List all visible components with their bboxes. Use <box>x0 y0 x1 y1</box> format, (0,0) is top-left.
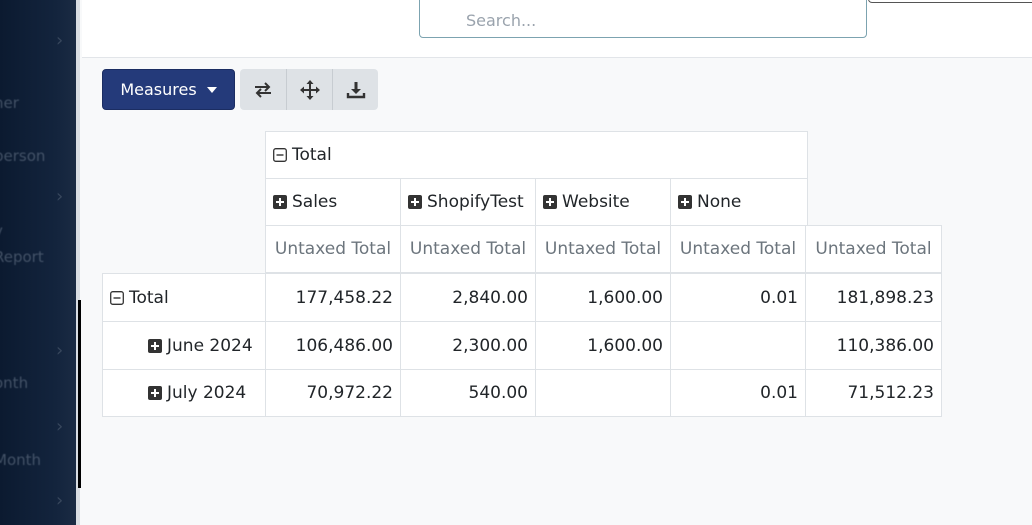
plus-square-icon <box>273 195 287 209</box>
plus-square-icon <box>543 195 557 209</box>
chevron-right-icon[interactable]: › <box>56 340 63 361</box>
search-input[interactable] <box>420 0 866 37</box>
expand-all-button[interactable] <box>286 69 332 110</box>
chevron-right-icon[interactable]: › <box>56 490 63 511</box>
download-button[interactable] <box>332 69 378 110</box>
measure-header[interactable]: Untaxed Total <box>535 225 671 273</box>
control-panel <box>82 0 1032 58</box>
minus-square-icon <box>273 148 287 162</box>
row-header-june-2024[interactable]: June 2024 <box>102 321 266 370</box>
pivot-cell[interactable] <box>670 321 806 370</box>
sidebar-item-y[interactable]: y <box>0 222 3 240</box>
pivot-cell[interactable]: 2,840.00 <box>400 273 536 322</box>
pivot-cell[interactable]: 1,600.00 <box>535 321 671 370</box>
pivot-cell[interactable]: 2,300.00 <box>400 321 536 370</box>
minus-square-icon <box>110 290 124 305</box>
row-header-july-2024[interactable]: July 2024 <box>102 369 266 417</box>
caret-down-icon <box>206 86 217 93</box>
measure-header[interactable]: Untaxed Total <box>400 225 536 273</box>
pivot-cell[interactable]: 0.01 <box>670 369 806 417</box>
plus-square-icon <box>408 195 422 209</box>
pivot-cell[interactable]: 110,386.00 <box>805 321 942 370</box>
sidebar-item-report[interactable]: Report <box>0 248 44 266</box>
pivot-toolbar: Measures <box>102 69 378 110</box>
arrows-move-icon <box>299 79 320 100</box>
measures-label: Measures <box>120 80 197 99</box>
divider <box>78 300 81 488</box>
sidebar-item-last-month[interactable]: Month <box>0 451 41 469</box>
sidebar-item-month[interactable]: onth <box>0 374 28 392</box>
exchange-icon <box>255 81 271 98</box>
download-icon <box>346 81 365 98</box>
pivot-cell[interactable]: 0.01 <box>670 273 806 322</box>
measures-button[interactable]: Measures <box>102 69 235 110</box>
col-header-label: None <box>697 192 742 212</box>
search-box <box>419 0 867 38</box>
pivot-cell[interactable] <box>535 369 671 417</box>
col-header-shopifytest[interactable]: ShopifyTest <box>400 178 536 226</box>
col-header-label: Website <box>562 192 630 212</box>
measure-header[interactable]: Untaxed Total <box>805 225 942 273</box>
col-header-website[interactable]: Website <box>535 178 671 226</box>
plus-square-icon <box>678 195 692 209</box>
pivot-cell[interactable]: 177,458.22 <box>265 273 401 322</box>
row-header-label: June 2024 <box>167 335 253 356</box>
sidebar: › ner person › y Report › onth › Month › <box>0 0 80 525</box>
flip-axis-button[interactable] <box>240 69 286 110</box>
chevron-right-icon[interactable]: › <box>56 416 63 437</box>
pivot-cell[interactable]: 540.00 <box>400 369 536 417</box>
col-header-total[interactable]: Total <box>265 131 808 179</box>
col-header-none[interactable]: None <box>670 178 808 226</box>
pivot-actions <box>240 69 378 110</box>
pivot-cell[interactable]: 106,486.00 <box>265 321 401 370</box>
chevron-right-icon[interactable]: › <box>56 186 63 207</box>
pivot-cell[interactable]: 1,600.00 <box>535 273 671 322</box>
row-header-label: July 2024 <box>167 383 247 403</box>
col-header-label: ShopifyTest <box>427 192 524 212</box>
col-header-label: Sales <box>292 192 338 212</box>
sidebar-item-salesperson[interactable]: person <box>0 147 45 165</box>
pivot-cell[interactable]: 70,972.22 <box>265 369 401 417</box>
plus-square-icon <box>148 338 162 353</box>
chevron-right-icon[interactable]: › <box>56 30 63 51</box>
col-header-total-label: Total <box>292 145 332 165</box>
measure-header[interactable]: Untaxed Total <box>265 225 401 273</box>
pivot-cell[interactable]: 71,512.23 <box>805 369 942 417</box>
pivot-cell[interactable]: 181,898.23 <box>805 273 942 322</box>
sidebar-item-partner[interactable]: ner <box>0 94 19 112</box>
dropdown-box[interactable] <box>868 0 1032 3</box>
measure-header[interactable]: Untaxed Total <box>670 225 806 273</box>
row-header-total[interactable]: Total <box>102 273 266 322</box>
row-header-label: Total <box>129 287 169 308</box>
col-header-sales[interactable]: Sales <box>265 178 401 226</box>
plus-square-icon <box>148 386 162 400</box>
